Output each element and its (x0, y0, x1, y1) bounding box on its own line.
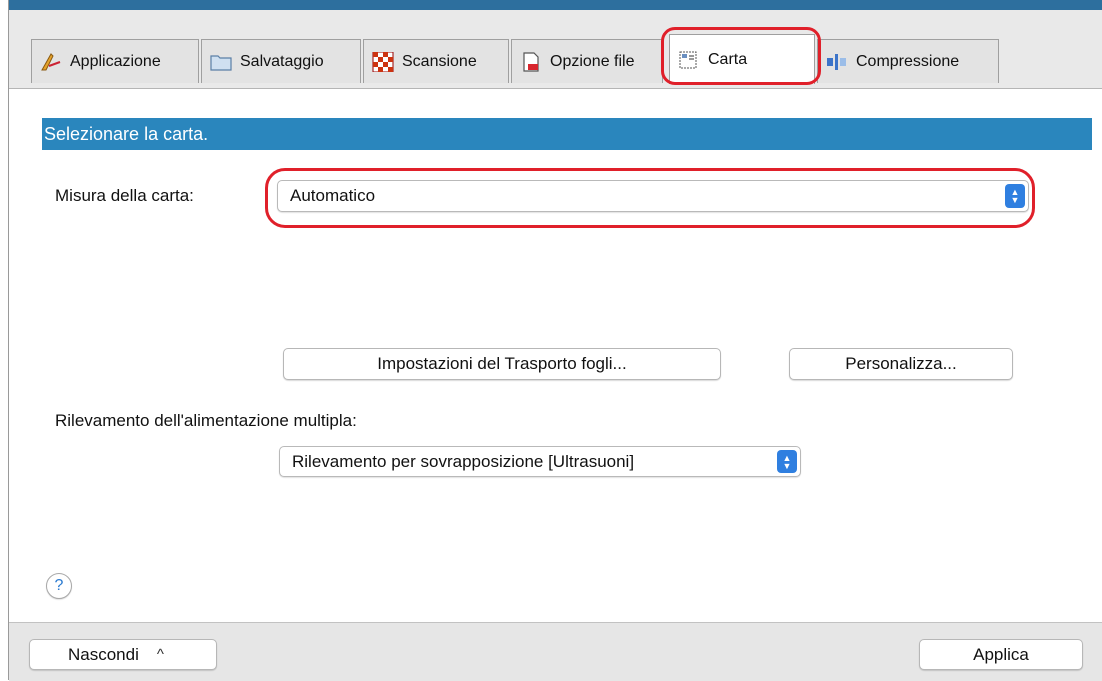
tab-carta[interactable]: Carta (669, 34, 815, 84)
hide-label: Nascondi (68, 644, 139, 664)
tab-salvataggio[interactable]: Salvataggio (201, 39, 361, 83)
multifeed-select[interactable]: Rilevamento per sovrapposizione [Ultrasu… (279, 446, 801, 477)
customize-button[interactable]: Personalizza... (789, 348, 1013, 380)
bottom-toolbar: Nascondi ^ Applica (9, 622, 1102, 681)
title-bar (9, 0, 1102, 10)
section-header: Selezionare la carta. (42, 118, 1092, 150)
paper-size-select[interactable]: Automatico ▲ ▼ (277, 180, 1029, 212)
tab-compressione[interactable]: Compressione (817, 39, 999, 83)
select-arrows-icon: ▲ ▼ (777, 450, 797, 473)
tab-applicazione[interactable]: Applicazione (31, 39, 199, 83)
paper-icon (678, 50, 700, 70)
multifeed-label: Rilevamento dell'alimentazione multipla: (55, 411, 357, 430)
tab-label: Applicazione (70, 52, 161, 70)
hide-button[interactable]: Nascondi ^ (29, 639, 217, 670)
tab-scansione[interactable]: Scansione (363, 39, 509, 83)
compression-icon (826, 52, 848, 72)
help-button[interactable]: ? (46, 573, 72, 599)
paper-size-label: Misura della carta: (55, 186, 194, 205)
multifeed-value: Rilevamento per sovrapposizione [Ultrasu… (292, 451, 635, 471)
tab-label: Scansione (402, 52, 477, 70)
scanner-settings-window: Applicazione Salvataggio Scansione Opzio… (8, 0, 1102, 681)
tab-label: Carta (708, 50, 748, 68)
folder-icon (210, 52, 232, 72)
feeder-settings-button[interactable]: Impostazioni del Trasporto fogli... (283, 348, 721, 380)
pen-icon (40, 52, 62, 72)
tab-label: Opzione file (550, 52, 635, 70)
tab-bar: Applicazione Salvataggio Scansione Opzio… (9, 10, 1102, 89)
apply-button[interactable]: Applica (919, 639, 1083, 670)
tab-opzione-file[interactable]: Opzione file (511, 39, 663, 83)
tab-label: Salvataggio (240, 52, 324, 70)
tab-label: Compressione (856, 52, 960, 70)
chevron-up-icon: ^ (156, 646, 164, 663)
document-icon (520, 51, 542, 72)
paper-size-value: Automatico (290, 186, 376, 205)
select-arrows-icon: ▲ ▼ (1005, 184, 1025, 208)
checker-icon (372, 51, 394, 72)
